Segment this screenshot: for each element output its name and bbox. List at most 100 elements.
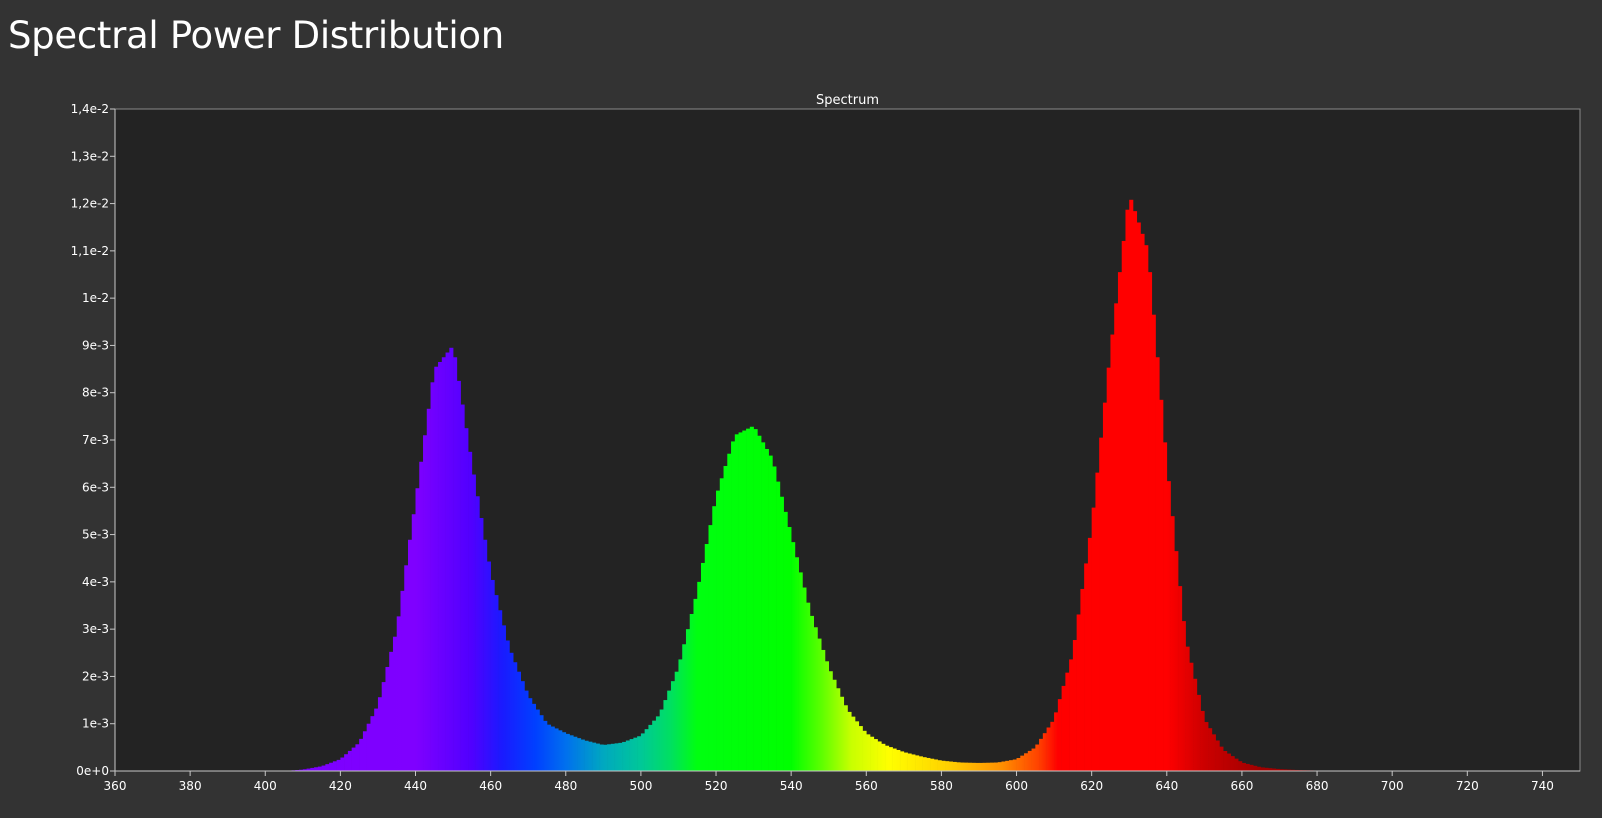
spectrum-bar — [1189, 662, 1194, 771]
spectrum-bar — [1140, 233, 1145, 771]
spectrum-bar — [1031, 748, 1036, 771]
spectrum-bar — [798, 572, 803, 771]
spectrum-bar — [1215, 740, 1220, 771]
spectrum-bar — [670, 681, 676, 771]
spectrum-bar — [685, 629, 691, 771]
y-tick-label: 1,2e-2 — [71, 197, 109, 211]
spectrum-bar — [1181, 621, 1186, 771]
spectrum-bar — [1219, 746, 1224, 771]
spectrum-bar — [1061, 685, 1066, 771]
x-tick-label: 640 — [1155, 779, 1178, 793]
spectrum-bar — [1151, 314, 1156, 771]
y-tick-label: 6e-3 — [82, 480, 109, 494]
spectrum-bar — [817, 638, 822, 771]
x-tick-label: 680 — [1306, 779, 1329, 793]
spectrum-bar — [543, 720, 548, 771]
spectrum-bar — [381, 682, 386, 771]
y-tick-label: 1,1e-2 — [71, 244, 109, 258]
x-tick-label: 480 — [554, 779, 577, 793]
spectrum-bar — [847, 711, 852, 771]
spectrum-bar — [1136, 222, 1141, 772]
spectrum-bar — [336, 759, 341, 771]
x-tick-label: 580 — [930, 779, 953, 793]
spectrum-bar — [464, 428, 469, 771]
y-tick-label: 1,4e-2 — [71, 102, 109, 116]
spectrum-bar — [513, 662, 518, 771]
spectrum-bar — [546, 724, 552, 771]
y-tick-label: 1e-3 — [82, 717, 109, 731]
y-tick-label: 1e-2 — [82, 291, 109, 305]
spectrum-bar — [1208, 728, 1213, 771]
spectrum-bar — [682, 644, 687, 771]
spectrum-bar — [851, 716, 856, 771]
spectrum-bar — [1159, 399, 1164, 771]
spectrum-bar — [524, 690, 529, 771]
spectrum-bar — [1249, 764, 1254, 771]
spectrum-bar — [475, 496, 480, 771]
spectrum-bar — [1185, 646, 1190, 771]
spectrum-bar — [1174, 551, 1179, 771]
spectrum-bar — [821, 649, 826, 771]
spectrum-bar — [622, 741, 627, 771]
spectrum-bar — [633, 737, 638, 771]
spectrum-bar — [535, 709, 540, 771]
spectrum-bar — [577, 738, 582, 771]
spectrum-bar — [1253, 765, 1258, 771]
spectrum-bar — [832, 679, 837, 771]
spectrum-bar — [509, 652, 514, 771]
chart-title: Spectrum — [816, 93, 879, 108]
spectrum-bar — [663, 700, 668, 771]
x-tick-label: 540 — [780, 779, 803, 793]
spectrum-bar — [449, 347, 454, 771]
spectrum-bar — [689, 614, 694, 771]
spectrum-bar — [892, 748, 897, 771]
spectrum-bar — [614, 743, 619, 771]
spectrum-bar — [753, 429, 758, 771]
spectrum-bar — [870, 736, 875, 771]
spectrum-bar — [1095, 472, 1100, 771]
spectrum-bar — [975, 762, 980, 771]
spectrum-bar — [531, 703, 537, 771]
spectrum-bar — [941, 760, 946, 771]
spectrum-bar — [453, 357, 458, 771]
spectrum-bar — [490, 579, 495, 771]
spectrum-bar — [719, 478, 724, 771]
spectrum-bar — [486, 561, 491, 771]
spectrum-bar — [501, 625, 506, 771]
spectrum-bar — [731, 441, 736, 771]
spectrum-bar — [779, 496, 784, 771]
y-tick-label: 4e-3 — [82, 575, 109, 589]
spectrum-bar — [377, 697, 383, 771]
x-tick-label: 720 — [1456, 779, 1479, 793]
x-tick-label: 700 — [1381, 779, 1404, 793]
spectrum-bar — [986, 762, 991, 771]
spectrum-bar — [997, 762, 1002, 771]
spectrum-bar — [982, 762, 987, 771]
spectrum-bar — [494, 595, 499, 771]
spectrum-bar — [701, 562, 706, 771]
spectrum-bar — [359, 738, 364, 771]
plot-area — [114, 108, 1581, 772]
spectrum-bar — [1148, 272, 1153, 771]
spectrum-bar — [1065, 672, 1070, 771]
spectrum-bar — [644, 729, 649, 771]
spectrum-bar — [824, 661, 830, 771]
spectrum-bar — [471, 474, 476, 771]
spectrum-bar — [592, 742, 597, 771]
spectrum-bar — [948, 761, 953, 771]
spectrum-bar — [625, 740, 630, 771]
spectrum-bar — [911, 754, 916, 771]
spectrum-bar — [1046, 727, 1051, 771]
spectrum-bar — [1009, 760, 1014, 771]
spectrum-bar — [1024, 753, 1029, 771]
spectrum-bar — [565, 733, 570, 771]
spectrum-bar — [438, 361, 443, 771]
spectrum-bar — [907, 753, 912, 771]
y-tick-label: 2e-3 — [82, 669, 109, 683]
y-tick-label: 7e-3 — [82, 433, 109, 447]
spectrum-bar — [1102, 402, 1107, 771]
spectrum-bar — [952, 761, 957, 771]
spectrum-bar — [727, 453, 732, 771]
spectrum-bar — [430, 382, 435, 771]
spectrum-bar — [423, 435, 428, 771]
